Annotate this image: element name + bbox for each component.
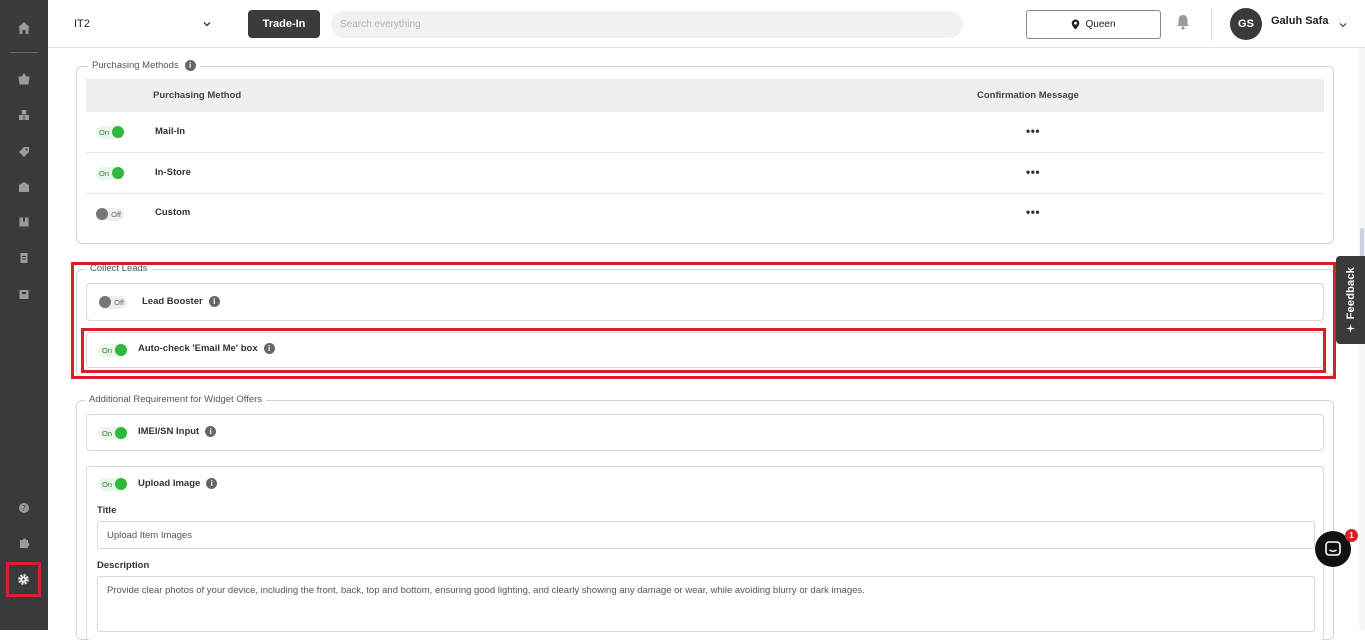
title-label: Title — [97, 505, 117, 516]
upload-image-text: Upload Image — [138, 478, 201, 489]
method-label: Custom — [155, 207, 191, 218]
purchasing-methods-table-header: Purchasing Method Confirmation Message — [86, 79, 1324, 112]
info-icon[interactable]: i — [205, 426, 217, 437]
chat-icon — [1325, 541, 1341, 556]
svg-text:?: ? — [22, 504, 26, 513]
description-textarea[interactable]: Provide clear photos of your device, inc… — [97, 576, 1315, 632]
topbar-divider — [1211, 8, 1212, 41]
chevron-down-icon — [203, 22, 211, 27]
purchasing-methods-legend: Purchasing Methods i — [88, 60, 200, 71]
location-label: Queen — [1085, 19, 1116, 30]
tag-icon[interactable] — [14, 142, 34, 162]
more-options-icon[interactable]: ••• — [1026, 124, 1040, 138]
warehouse-icon[interactable] — [14, 177, 34, 197]
chat-badge: 1 — [1345, 529, 1358, 542]
feedback-label: Feedback — [1344, 267, 1357, 320]
table-row: On In-Store ••• — [86, 154, 1324, 194]
upload-image-card: On Upload Image i Title Upload Item Imag… — [86, 466, 1324, 640]
title-input[interactable]: Upload Item Images — [97, 521, 1315, 549]
location-button[interactable]: Queen — [1026, 10, 1161, 39]
basket-icon[interactable] — [14, 69, 34, 89]
imei-label: IMEI/SN Input i — [138, 426, 217, 437]
more-options-icon[interactable]: ••• — [1026, 205, 1040, 219]
toggle-imei[interactable]: On — [99, 427, 127, 440]
more-options-icon[interactable]: ••• — [1026, 165, 1040, 179]
package-icon[interactable] — [14, 212, 34, 232]
archive-icon[interactable] — [14, 284, 34, 304]
sidebar: ? — [0, 0, 48, 630]
boxes-icon[interactable] — [14, 105, 34, 125]
top-bar: IT2 Trade-In Queen GS Galuh Safa — [48, 0, 1365, 48]
search-input[interactable] — [331, 11, 963, 38]
table-row: Off Custom ••• — [86, 194, 1324, 234]
purchasing-methods-title: Purchasing Methods — [92, 60, 179, 71]
imei-text: IMEI/SN Input — [138, 426, 200, 437]
help-icon[interactable]: ? — [14, 498, 34, 518]
toggle-custom[interactable]: Off — [96, 208, 124, 221]
document-icon[interactable] — [14, 248, 34, 268]
puzzle-icon[interactable] — [14, 533, 34, 553]
info-icon[interactable]: i — [206, 478, 218, 489]
trade-in-button[interactable]: Trade-In — [248, 10, 320, 38]
store-select-value: IT2 — [74, 18, 90, 30]
highlight-auto-check-email — [81, 328, 1326, 373]
sparkle-icon — [1346, 323, 1355, 333]
sidebar-divider — [10, 52, 38, 53]
table-row: On Mail-In ••• — [86, 113, 1324, 153]
additional-requirement-legend: Additional Requirement for Widget Offers — [85, 394, 267, 405]
user-menu-chevron-icon[interactable] — [1338, 17, 1350, 29]
column-header-confirmation: Confirmation Message — [977, 90, 1079, 101]
additional-requirement-title: Additional Requirement for Widget Offers — [89, 394, 263, 405]
method-label: In-Store — [155, 167, 191, 178]
toggle-mail-in[interactable]: On — [96, 126, 124, 139]
map-pin-icon — [1072, 19, 1080, 30]
description-label: Description — [97, 560, 150, 571]
imei-card: On IMEI/SN Input i — [86, 414, 1324, 451]
store-select[interactable]: IT2 — [74, 14, 212, 34]
info-icon[interactable]: i — [184, 60, 196, 71]
settings-icon[interactable] — [6, 562, 41, 597]
toggle-upload-image[interactable]: On — [99, 478, 127, 491]
method-label: Mail-In — [155, 126, 186, 137]
user-name[interactable]: Galuh Safa — [1271, 15, 1328, 27]
avatar[interactable]: GS — [1230, 8, 1262, 40]
toggle-in-store[interactable]: On — [96, 167, 124, 180]
upload-image-label: Upload Image i — [138, 478, 218, 489]
feedback-tab[interactable]: Feedback — [1336, 256, 1365, 344]
column-header-method: Purchasing Method — [153, 90, 242, 101]
home-icon[interactable] — [14, 18, 34, 38]
bell-icon[interactable] — [1176, 14, 1196, 34]
